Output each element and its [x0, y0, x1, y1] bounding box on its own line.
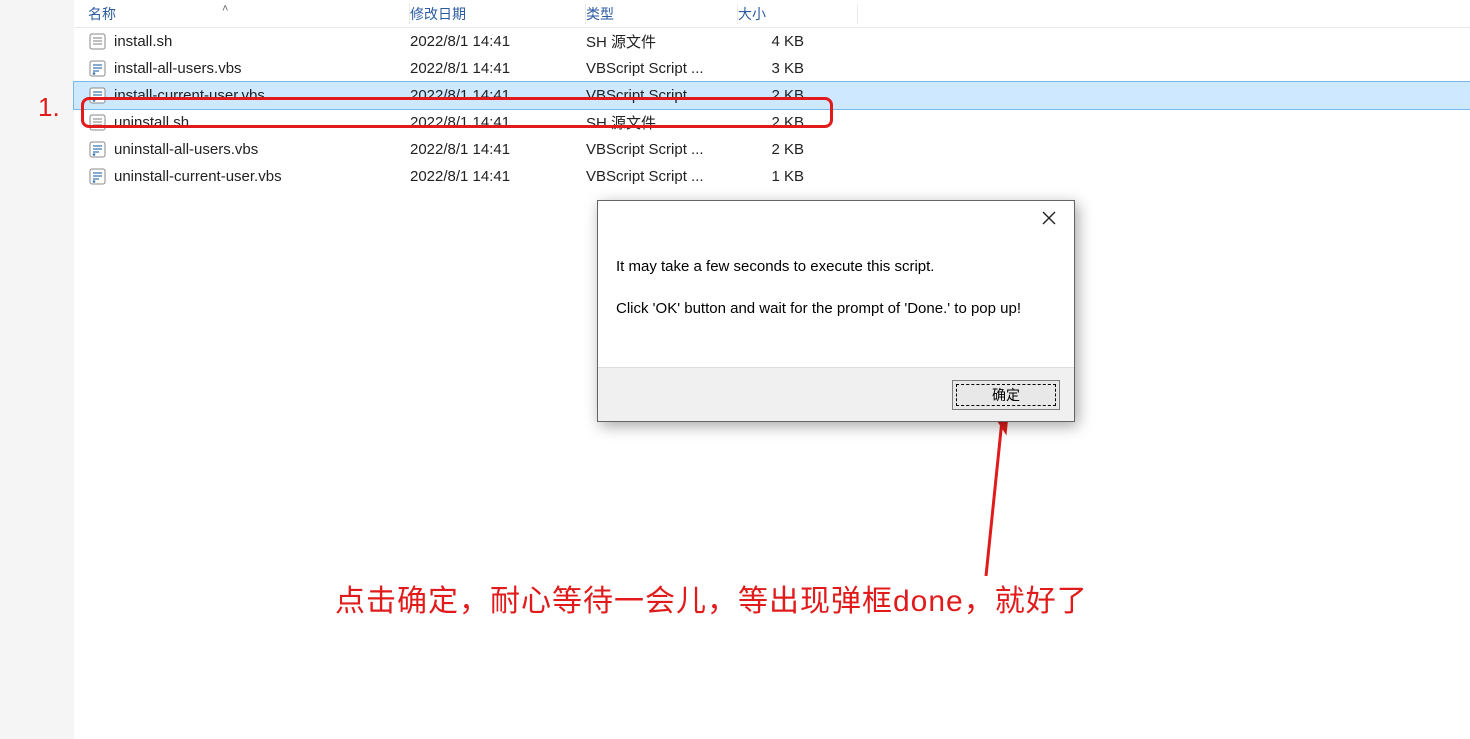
file-list: install.sh2022/8/1 14:41SH 源文件4 KBinstal… — [74, 28, 1470, 190]
dialog-text-2: Click 'OK' button and wait for the promp… — [616, 297, 1056, 321]
file-row[interactable]: uninstall-all-users.vbs 2022/8/1 14:41VBS… — [74, 136, 1470, 163]
file-row[interactable]: uninstall-current-user.vbs 2022/8/1 14:41… — [74, 163, 1470, 190]
file-sh-icon — [88, 33, 106, 51]
file-row[interactable]: uninstall.sh 2022/8/1 14:41SH 源文件2 KB — [74, 109, 1470, 136]
file-vbs-icon — [88, 87, 106, 105]
file-row[interactable]: install-current-user.vbs 2022/8/1 14:41VB… — [74, 82, 1470, 109]
column-header-type-label: 类型 — [586, 6, 614, 22]
column-divider[interactable] — [857, 4, 858, 24]
file-name: uninstall-current-user.vbs — [114, 168, 282, 185]
file-size: 4 KB — [738, 33, 838, 50]
file-type: SH 源文件 — [586, 31, 738, 52]
file-vbs-icon — [88, 141, 106, 159]
file-sh-icon — [88, 114, 106, 132]
dialog-button-bar: 确定 — [598, 367, 1074, 421]
file-row[interactable]: install-all-users.vbs 2022/8/1 14:41VBScr… — [74, 55, 1470, 82]
file-date: 2022/8/1 14:41 — [410, 87, 586, 104]
file-size: 3 KB — [738, 60, 838, 77]
file-size: 2 KB — [738, 114, 838, 131]
close-icon[interactable] — [1036, 205, 1062, 234]
file-name: uninstall-all-users.vbs — [114, 141, 258, 158]
column-header-size-label: 大小 — [738, 6, 766, 22]
dialog-titlebar — [598, 201, 1074, 237]
column-header-name[interactable]: 名称 ˄ — [88, 4, 410, 24]
file-size: 2 KB — [738, 141, 838, 158]
file-type: VBScript Script ... — [586, 87, 738, 104]
column-header-type[interactable]: 类型 — [586, 4, 738, 24]
column-header-date-label: 修改日期 — [410, 6, 466, 22]
dialog-text-1: It may take a few seconds to execute thi… — [616, 255, 1056, 279]
file-size: 1 KB — [738, 168, 838, 185]
file-vbs-icon — [88, 168, 106, 186]
ok-button[interactable]: 确定 — [952, 380, 1060, 410]
annotation-step-1: 1. — [38, 92, 60, 123]
file-size: 2 KB — [738, 87, 838, 104]
annotation-caption: 点击确定，耐心等待一会儿，等出现弹框done，就好了 — [335, 576, 1088, 620]
file-name: install-all-users.vbs — [114, 60, 242, 77]
sidebar — [0, 0, 74, 739]
file-date: 2022/8/1 14:41 — [410, 114, 586, 131]
file-date: 2022/8/1 14:41 — [410, 60, 586, 77]
file-type: VBScript Script ... — [586, 60, 738, 77]
file-date: 2022/8/1 14:41 — [410, 168, 586, 185]
file-name: install.sh — [114, 33, 172, 50]
script-dialog: It may take a few seconds to execute thi… — [597, 200, 1075, 422]
column-header-date[interactable]: 修改日期 — [410, 4, 586, 24]
file-type: SH 源文件 — [586, 112, 738, 133]
file-row[interactable]: install.sh 2022/8/1 14:41SH 源文件4 KB — [74, 28, 1470, 55]
column-header-name-label: 名称 — [88, 4, 116, 24]
file-vbs-icon — [88, 60, 106, 78]
sort-asc-icon: ˄ — [222, 3, 228, 15]
file-name: uninstall.sh — [114, 114, 189, 131]
file-type: VBScript Script ... — [586, 168, 738, 185]
file-type: VBScript Script ... — [586, 141, 738, 158]
dialog-body: It may take a few seconds to execute thi… — [598, 237, 1074, 367]
column-header-row: 名称 ˄ 修改日期 类型 大小 — [74, 0, 1470, 28]
file-date: 2022/8/1 14:41 — [410, 33, 586, 50]
file-date: 2022/8/1 14:41 — [410, 141, 586, 158]
file-name: install-current-user.vbs — [114, 87, 265, 104]
column-header-size[interactable]: 大小 — [738, 4, 858, 24]
